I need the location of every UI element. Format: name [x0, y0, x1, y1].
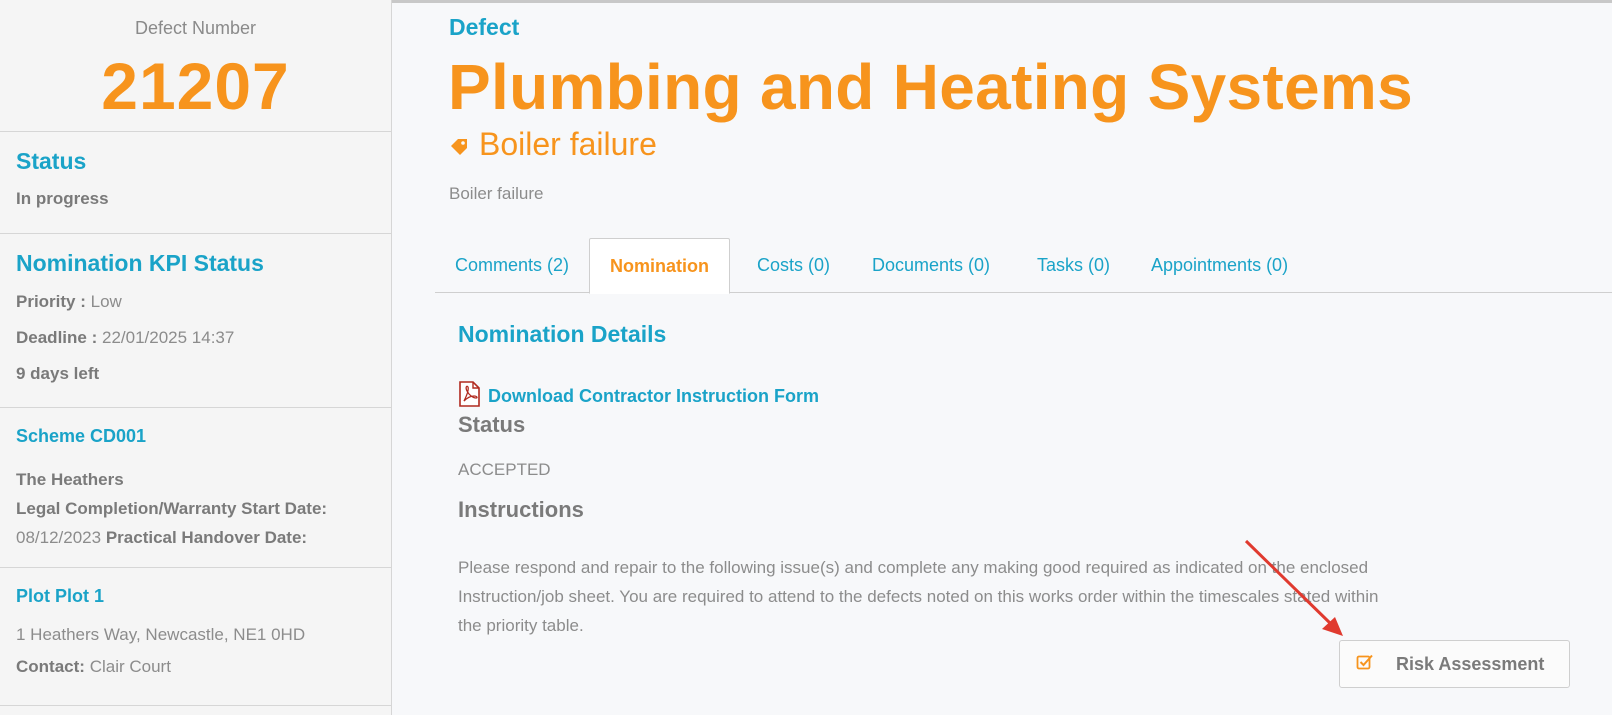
kpi-heading: Nomination KPI Status [16, 250, 264, 276]
status-section-heading: Status [458, 412, 526, 437]
main-content: Defect Plumbing and Heating Systems Boil… [392, 0, 1612, 715]
page-title: Plumbing and Heating Systems [448, 51, 1414, 123]
checkbox-icon [1356, 653, 1374, 676]
scheme-name: The Heathers [16, 470, 124, 489]
subtitle: Boiler failure [479, 126, 657, 162]
description: Boiler failure [449, 184, 544, 203]
instructions-heading: Instructions [458, 497, 584, 522]
days-left-row: 9 days left [16, 362, 375, 385]
contact-label: Contact: [16, 657, 85, 676]
status-panel: Status In progress [0, 132, 391, 234]
tab-bar: Comments (2) Nomination Costs (0) Docume… [435, 238, 1612, 294]
status-value: In progress [16, 189, 109, 208]
scheme-link[interactable]: Scheme CD001 [16, 426, 375, 447]
legal-completion-label: Legal Completion/Warranty Start Date: [16, 499, 328, 518]
status-heading: Status [16, 148, 87, 174]
priority-label: Priority : [16, 292, 86, 311]
scheme-panel: Scheme CD001 The Heathers Legal Completi… [0, 408, 391, 568]
tab-costs[interactable]: Costs (0) [737, 238, 850, 293]
legal-completion-value: 08/12/2023 [16, 528, 102, 547]
plot-panel: Plot Plot 1 1 Heathers Way, Newcastle, N… [0, 568, 391, 706]
instructions-line: Please respond and repair to the followi… [458, 558, 1369, 577]
tab-documents[interactable]: Documents (0) [852, 238, 1010, 293]
priority-value: Low [90, 292, 122, 311]
nomination-details-heading: Nomination Details [458, 321, 667, 347]
download-link-label: Download Contractor Instruction Form [488, 386, 819, 406]
contact-row: Contact: Clair Court [16, 657, 375, 677]
download-instruction-form-link[interactable]: Download Contractor Instruction Form [458, 381, 819, 412]
tab-comments[interactable]: Comments (2) [435, 238, 589, 293]
defect-number-panel: Defect Number 21207 [0, 0, 391, 132]
contact-value: Clair Court [89, 657, 171, 676]
dates-row: 08/12/2023 Practical Handover Date: [16, 523, 375, 552]
priority-row: Priority : Low [16, 290, 375, 313]
defect-number-label: Defect Number [134, 18, 257, 38]
deadline-row: Deadline : 22/01/2025 14:37 [16, 326, 375, 349]
tag-icon [449, 126, 469, 163]
plot-address: 1 Heathers Way, Newcastle, NE1 0HD [16, 625, 306, 644]
tab-tasks[interactable]: Tasks (0) [1017, 238, 1130, 293]
kpi-panel: Nomination KPI Status Priority : Low Dea… [0, 234, 391, 408]
scheme-details: The Heathers Legal Completion/Warranty S… [16, 465, 375, 552]
days-left: 9 days left [16, 364, 100, 383]
defect-number: 21207 [101, 49, 290, 123]
subtitle-row: Boiler failure [449, 126, 657, 163]
tab-nomination[interactable]: Nomination [589, 238, 730, 294]
deadline-label: Deadline : [16, 328, 98, 347]
instructions-text: Please respond and repair to the followi… [458, 553, 1568, 640]
risk-assessment-button[interactable]: Risk Assessment [1339, 640, 1570, 688]
plot-link[interactable]: Plot Plot 1 [16, 586, 375, 607]
status-section-value: ACCEPTED [458, 460, 551, 479]
pdf-icon [458, 381, 482, 412]
tab-appointments[interactable]: Appointments (0) [1131, 238, 1308, 293]
breadcrumb: Defect [449, 14, 520, 40]
risk-assessment-label: Risk Assessment [1396, 653, 1545, 674]
sidebar: Defect Number 21207 Status In progress N… [0, 0, 392, 715]
deadline-value: 22/01/2025 14:37 [101, 328, 235, 347]
practical-handover-label: Practical Handover Date: [105, 528, 308, 547]
instructions-line: Instruction/job sheet. You are required … [458, 587, 1379, 606]
instructions-line: the priority table. [458, 616, 584, 635]
